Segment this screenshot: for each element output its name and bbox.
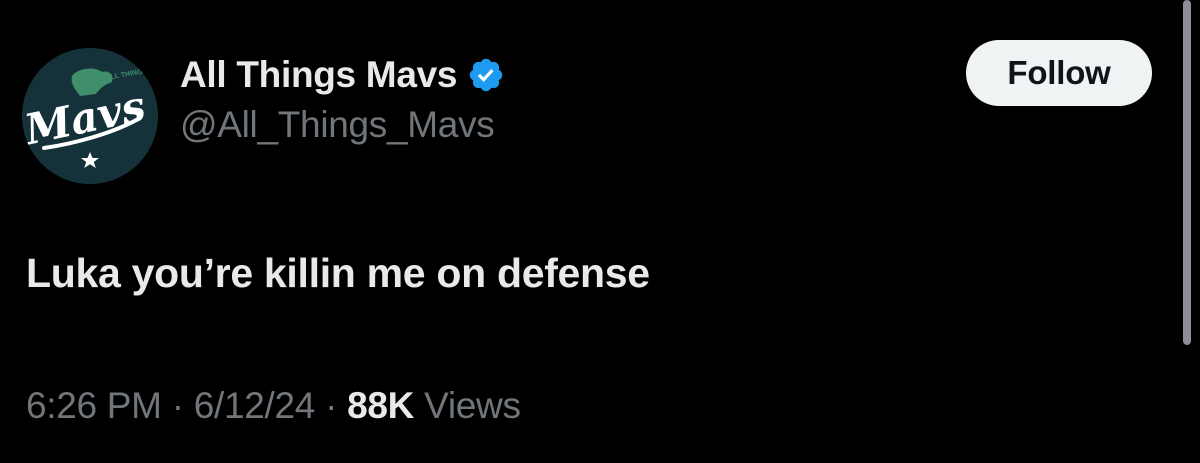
display-name[interactable]: All Things Mavs (180, 54, 457, 96)
scrollbar[interactable] (1183, 0, 1191, 345)
tweet-card: ALL THINGS Mavs All Things Mavs @All_Thi… (0, 0, 1200, 463)
name-row: All Things Mavs (180, 52, 505, 98)
views-count[interactable]: 88K (347, 385, 414, 427)
tweet-text: Luka you’re killin me on defense (26, 250, 650, 296)
user-info: All Things Mavs @All_Things_Mavs (180, 52, 505, 146)
meta-separator: · (171, 385, 184, 426)
mavs-logo-icon: ALL THINGS Mavs (22, 48, 158, 184)
tweet-time[interactable]: 6:26 PM (26, 385, 162, 427)
verified-badge-icon[interactable] (467, 56, 505, 94)
meta-separator: · (325, 385, 338, 426)
follow-button[interactable]: Follow (966, 40, 1152, 106)
avatar[interactable]: ALL THINGS Mavs (22, 48, 158, 184)
tweet-meta: 6:26 PM · 6/12/24 · 88K Views (26, 385, 521, 427)
user-handle[interactable]: @All_Things_Mavs (180, 104, 505, 146)
views-label[interactable]: Views (424, 385, 521, 427)
tweet-date[interactable]: 6/12/24 (194, 385, 316, 427)
